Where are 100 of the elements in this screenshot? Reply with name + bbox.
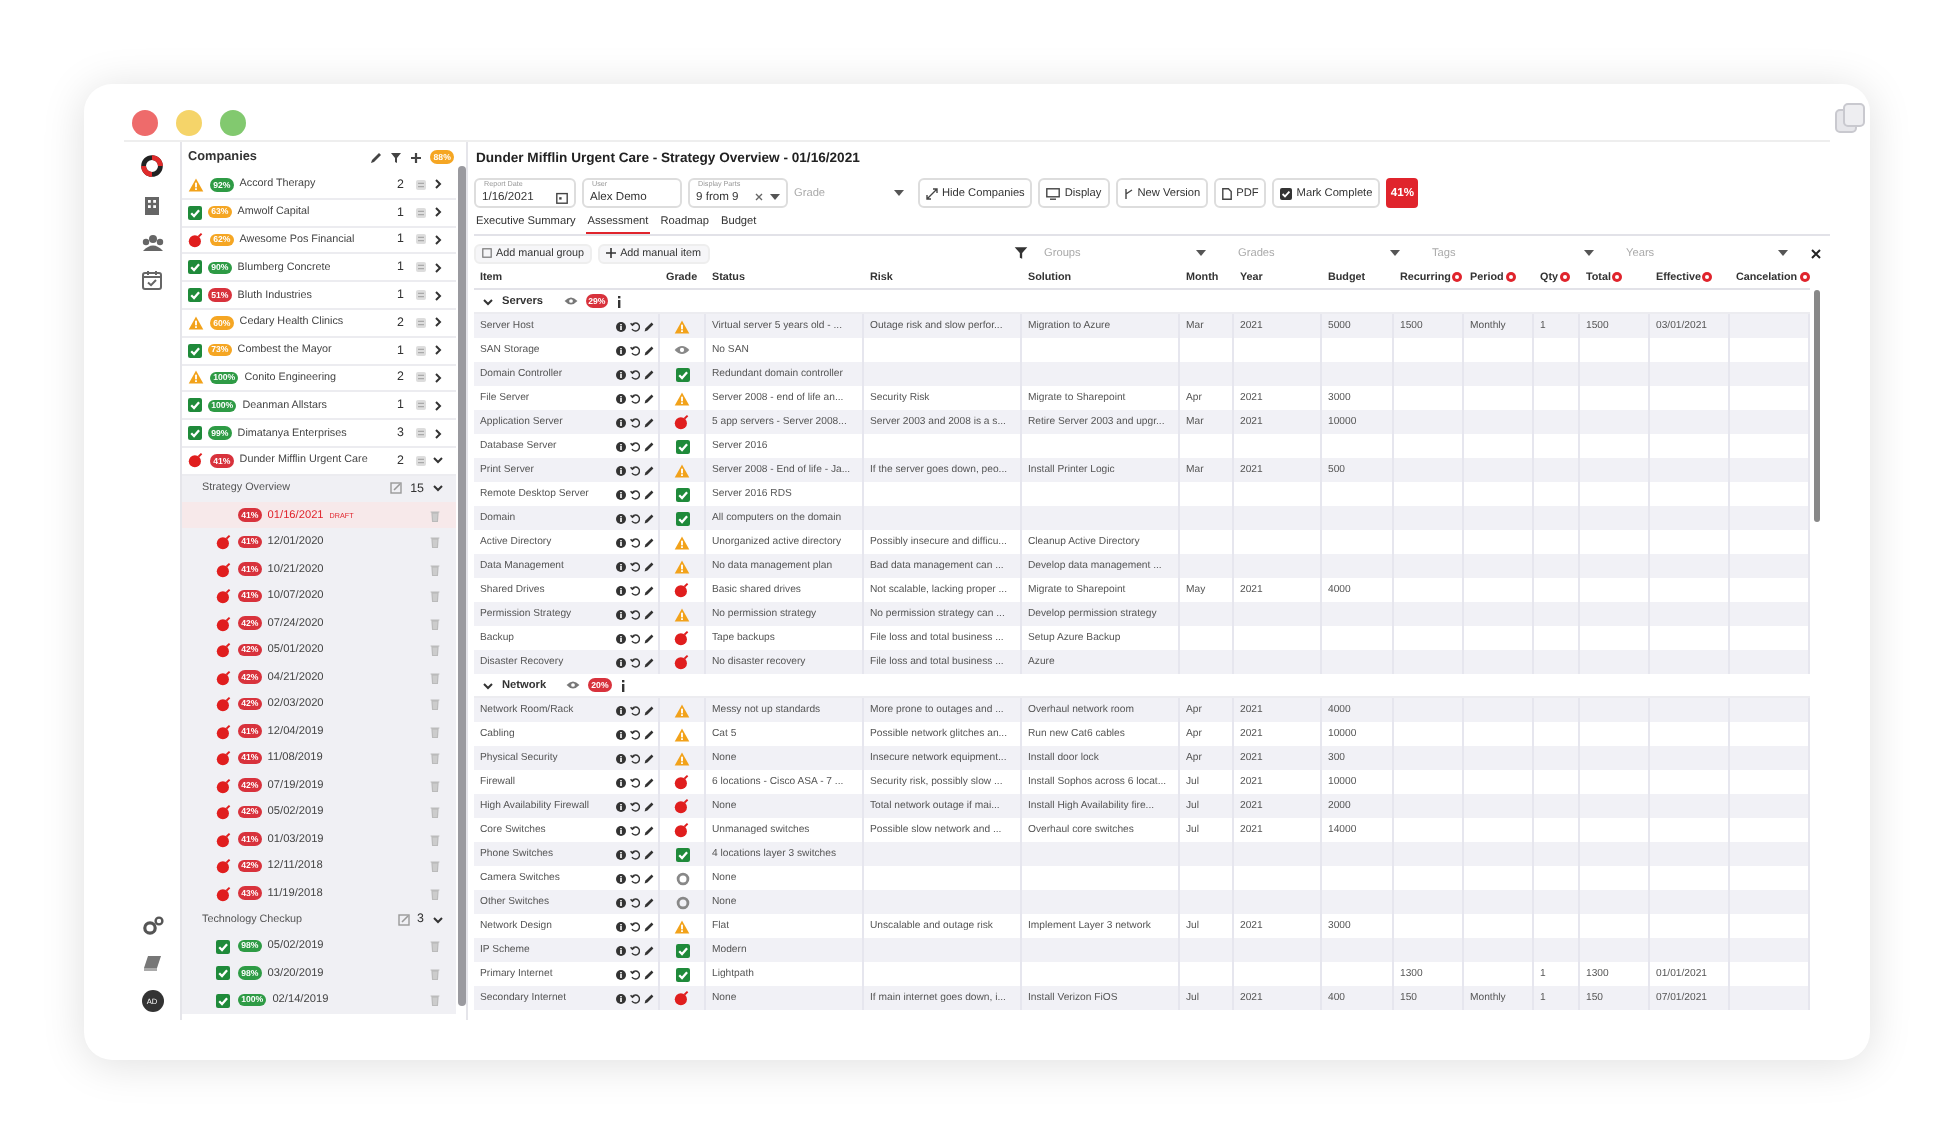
pencil-icon[interactable] [644, 873, 654, 883]
undo-icon[interactable] [630, 417, 640, 427]
marker-icon[interactable] [1799, 272, 1810, 282]
undo-icon[interactable] [630, 609, 640, 619]
pencil-icon[interactable] [644, 753, 654, 763]
info-icon[interactable] [616, 969, 626, 979]
pencil-icon[interactable] [644, 561, 654, 571]
pencil-icon[interactable] [644, 441, 654, 451]
pencil-icon[interactable] [644, 801, 654, 811]
info-icon[interactable] [616, 729, 626, 739]
undo-icon[interactable] [630, 561, 640, 571]
chevron-right-icon[interactable] [432, 344, 444, 357]
pencil-icon[interactable] [644, 849, 654, 859]
scrollbar[interactable] [1814, 290, 1820, 522]
info-icon[interactable] [616, 849, 626, 859]
pencil-icon[interactable] [644, 897, 654, 907]
undo-icon[interactable] [630, 585, 640, 595]
undo-icon[interactable] [630, 513, 640, 523]
pencil-icon[interactable] [644, 921, 654, 931]
info-icon[interactable] [616, 561, 626, 571]
scrollbar[interactable] [458, 166, 466, 1006]
pencil-icon[interactable] [644, 321, 654, 331]
info-icon[interactable] [616, 585, 626, 595]
undo-icon[interactable] [630, 393, 640, 403]
marker-icon[interactable] [1560, 272, 1570, 282]
info-icon[interactable] [616, 897, 626, 907]
undo-icon[interactable] [630, 657, 640, 667]
undo-icon[interactable] [630, 777, 640, 787]
pencil-icon[interactable] [644, 825, 654, 835]
info-icon[interactable] [616, 441, 626, 451]
calendar-icon[interactable] [142, 270, 162, 290]
pencil-icon[interactable] [644, 705, 654, 715]
pencil-icon[interactable] [370, 151, 383, 163]
undo-icon[interactable] [630, 705, 640, 715]
pencil-icon[interactable] [644, 489, 654, 499]
marker-icon[interactable] [1612, 272, 1623, 282]
undo-icon[interactable] [630, 945, 640, 955]
undo-icon[interactable] [630, 873, 640, 883]
book-icon[interactable] [142, 954, 162, 972]
info-icon[interactable] [616, 993, 626, 1003]
undo-icon[interactable] [630, 969, 640, 979]
eye-icon[interactable] [566, 680, 581, 690]
chevron-down-icon[interactable] [432, 454, 444, 467]
chevron-right-icon[interactable] [432, 316, 444, 329]
info-icon[interactable] [616, 873, 626, 883]
pencil-icon[interactable] [644, 969, 654, 979]
undo-icon[interactable] [630, 825, 640, 835]
info-icon[interactable] [616, 537, 626, 547]
info-icon[interactable] [616, 609, 626, 619]
chevron-down-icon[interactable] [482, 295, 494, 307]
undo-icon[interactable] [630, 633, 640, 643]
undo-icon[interactable] [630, 729, 640, 739]
info-icon[interactable] [616, 417, 626, 427]
pencil-icon[interactable] [644, 417, 654, 427]
undo-icon[interactable] [630, 849, 640, 859]
info-icon[interactable] [616, 369, 626, 379]
marker-icon[interactable] [1702, 272, 1713, 282]
filter-icon[interactable] [1014, 246, 1028, 260]
pencil-icon[interactable] [644, 633, 654, 643]
pencil-icon[interactable] [644, 657, 654, 667]
info-icon[interactable] [616, 489, 626, 499]
group-icon[interactable] [141, 234, 163, 252]
info-icon[interactable] [616, 825, 626, 835]
chevron-right-icon[interactable] [432, 178, 444, 191]
eye-icon[interactable] [563, 296, 578, 306]
info-icon[interactable] [616, 633, 626, 643]
info-icon[interactable] [619, 679, 626, 691]
info-icon[interactable] [616, 321, 626, 331]
undo-icon[interactable] [630, 465, 640, 475]
filter-icon[interactable] [390, 151, 403, 163]
logo-icon[interactable] [140, 154, 164, 178]
info-icon[interactable] [616, 705, 626, 715]
settings-icon[interactable] [141, 916, 163, 936]
pencil-icon[interactable] [644, 369, 654, 379]
chevron-right-icon[interactable] [432, 261, 444, 274]
undo-icon[interactable] [630, 369, 640, 379]
close-button[interactable] [132, 110, 158, 136]
add-icon[interactable] [410, 151, 423, 163]
chevron-right-icon[interactable] [432, 399, 444, 412]
undo-icon[interactable] [630, 345, 640, 355]
pencil-icon[interactable] [644, 993, 654, 1003]
pencil-icon[interactable] [644, 585, 654, 595]
chevron-right-icon[interactable] [432, 427, 444, 440]
clear-icon[interactable] [754, 192, 764, 202]
undo-icon[interactable] [630, 921, 640, 931]
chevron-right-icon[interactable] [432, 233, 444, 246]
pencil-icon[interactable] [644, 777, 654, 787]
info-icon[interactable] [616, 945, 626, 955]
pencil-icon[interactable] [644, 729, 654, 739]
pencil-icon[interactable] [644, 345, 654, 355]
info-icon[interactable] [616, 465, 626, 475]
chevron-down-icon[interactable] [432, 913, 444, 926]
pencil-icon[interactable] [644, 393, 654, 403]
pencil-icon[interactable] [644, 465, 654, 475]
pencil-icon[interactable] [644, 945, 654, 955]
undo-icon[interactable] [630, 321, 640, 331]
undo-icon[interactable] [630, 537, 640, 547]
pencil-icon[interactable] [644, 513, 654, 523]
undo-icon[interactable] [630, 897, 640, 907]
undo-icon[interactable] [630, 441, 640, 451]
